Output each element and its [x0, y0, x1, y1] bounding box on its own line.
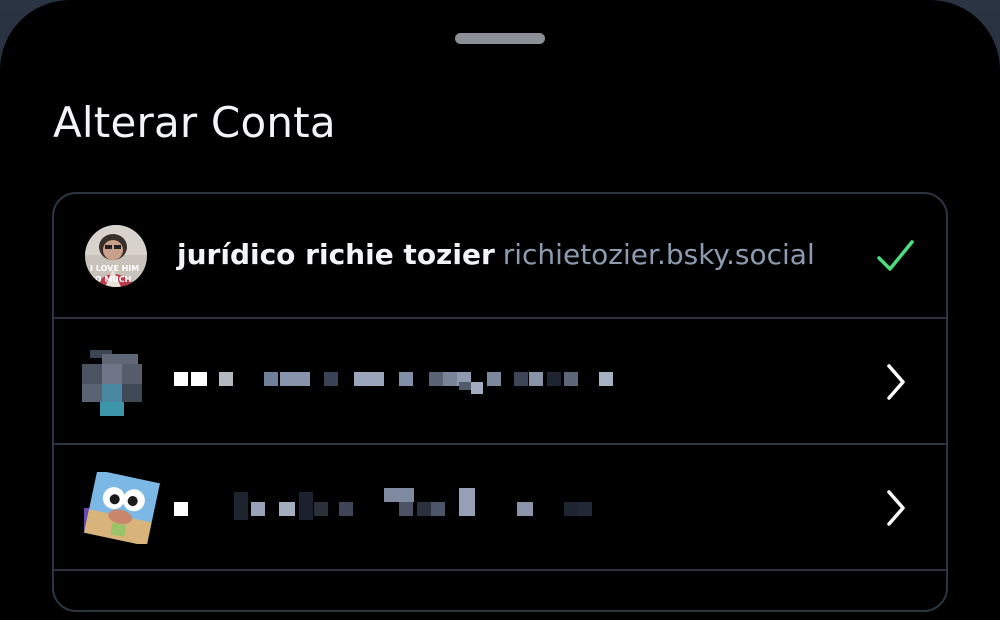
account-handle: richietozier.bsky.social [503, 238, 815, 271]
account-display-name: jurídico richie tozier [177, 238, 495, 271]
chevron-right-icon [884, 362, 908, 402]
svg-text:SO MUCH: SO MUCH [89, 275, 131, 284]
account-row[interactable] [54, 320, 946, 445]
sheet-grab-handle[interactable] [455, 33, 545, 44]
account-name-line: jurídico richie tozierrichietozier.bsky.… [177, 238, 815, 271]
redacted-account-name [169, 446, 669, 571]
page-title: Alterar Conta [53, 98, 336, 147]
switch-account-sheet: Alterar Conta I LOVE HIM SO MUCH [0, 0, 1000, 620]
redacted-account-name [169, 320, 669, 445]
avatar-pixelated [80, 472, 160, 544]
account-row[interactable] [54, 446, 946, 571]
avatar-image: I LOVE HIM SO MUCH [85, 225, 147, 287]
account-list: I LOVE HIM SO MUCH jurídico richie tozie… [52, 192, 948, 612]
check-icon [876, 238, 916, 274]
svg-text:I LOVE HIM: I LOVE HIM [90, 264, 139, 273]
avatar: I LOVE HIM SO MUCH [85, 225, 147, 287]
account-row-current[interactable]: I LOVE HIM SO MUCH jurídico richie tozie… [54, 194, 946, 319]
avatar-pixelated [82, 350, 144, 416]
chevron-right-icon [884, 488, 908, 528]
